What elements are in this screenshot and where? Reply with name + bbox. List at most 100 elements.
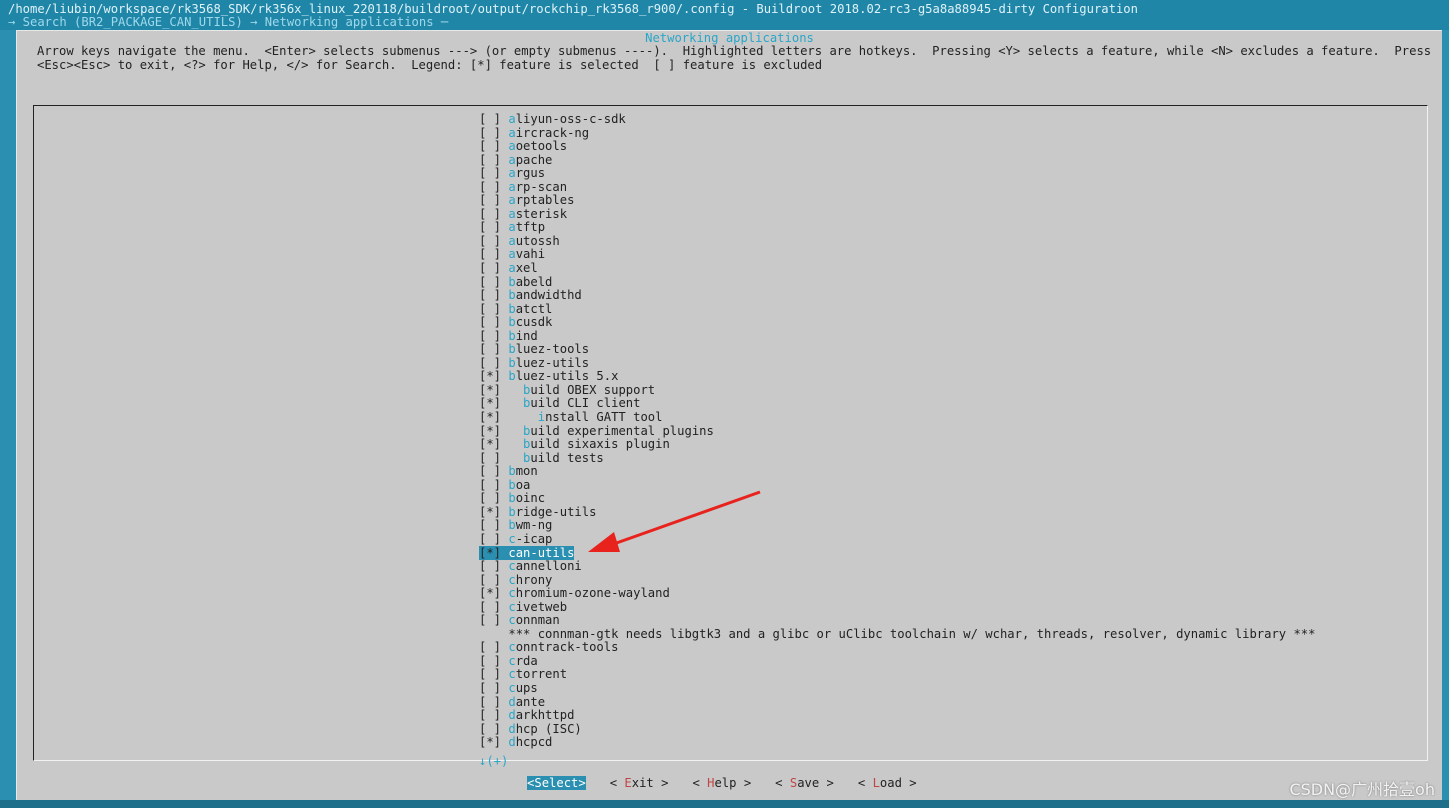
checkbox[interactable]: [ ]	[479, 708, 501, 722]
checkbox[interactable]: [*]	[479, 546, 501, 560]
checkbox[interactable]: [ ]	[479, 356, 501, 370]
checkbox[interactable]: [ ]	[479, 478, 501, 492]
menu-item-text: [ ] chrony	[479, 573, 552, 587]
checkbox[interactable]: [*]	[479, 396, 501, 411]
menu-item[interactable]: [ ] babeld	[479, 275, 1315, 290]
menu-item[interactable]: [ ] aoetools	[479, 139, 1315, 154]
checkbox[interactable]: [ ]	[479, 464, 501, 478]
menu-item[interactable]: [ ] argus	[479, 166, 1315, 181]
checkbox[interactable]: [*]	[479, 424, 501, 438]
menu-item[interactable]: [ ] arp-scan	[479, 180, 1315, 195]
menu-item[interactable]: [ ] batctl	[479, 302, 1315, 317]
button-2[interactable]: < Help >	[692, 776, 751, 790]
menu-item[interactable]: [ ] ctorrent	[479, 668, 1315, 682]
checkbox[interactable]: [ ]	[479, 220, 501, 235]
menu-item[interactable]: [ ] bmon	[479, 464, 1315, 479]
menu-item[interactable]: [ ] civetweb	[479, 600, 1315, 615]
checkbox[interactable]: [ ]	[479, 559, 501, 573]
button-1[interactable]: < Exit >	[610, 776, 669, 790]
checkbox[interactable]: [*]	[479, 383, 501, 397]
checkbox[interactable]: [ ]	[479, 329, 501, 343]
menu-item[interactable]: [ ] apache	[479, 153, 1315, 168]
checkbox[interactable]: [ ]	[479, 275, 501, 289]
menu-item[interactable]: [ ] bandwidthd	[479, 288, 1315, 303]
menu-item[interactable]: [*] build experimental plugins	[479, 424, 1315, 439]
checkbox[interactable]: [*]	[479, 586, 501, 600]
menu-item[interactable]: [ ] connman	[479, 613, 1315, 628]
checkbox[interactable]: [ ]	[479, 207, 501, 221]
checkbox[interactable]: [*]	[479, 369, 501, 384]
menu-item[interactable]: [*] bluez-utils 5.x	[479, 370, 1315, 384]
checkbox[interactable]: [ ]	[479, 681, 501, 695]
menu-item[interactable]: [*] build sixaxis plugin	[479, 437, 1315, 452]
hotkey-letter: c	[508, 680, 516, 695]
checkbox[interactable]: [ ]	[479, 112, 501, 126]
checkbox[interactable]: [ ]	[479, 342, 501, 357]
button-3[interactable]: < Save >	[775, 776, 834, 790]
menu-item[interactable]: [ ] darkhttpd	[479, 708, 1315, 723]
checkbox[interactable]: [ ]	[479, 302, 501, 316]
menu-item[interactable]: [ ] crda	[479, 654, 1315, 669]
checkbox[interactable]: [ ]	[479, 491, 501, 506]
menu-item[interactable]: [ ] atftp	[479, 221, 1315, 235]
checkbox[interactable]: [ ]	[479, 180, 501, 194]
menu-item[interactable]: [ ] dhcp (ISC)	[479, 722, 1315, 737]
button-4[interactable]: < Load >	[858, 776, 917, 790]
checkbox[interactable]: [ ]	[479, 722, 501, 736]
menu-item[interactable]: [ ] cannelloni	[479, 559, 1315, 574]
menu-item[interactable]: *** connman-gtk needs libgtk3 and a glib…	[479, 627, 1315, 642]
menu-item[interactable]: [ ] arptables	[479, 194, 1315, 208]
menu-item[interactable]: [ ] conntrack-tools	[479, 641, 1315, 655]
checkbox[interactable]	[479, 627, 501, 641]
checkbox[interactable]: [ ]	[479, 695, 501, 709]
checkbox[interactable]: [ ]	[479, 261, 501, 275]
menu-item[interactable]: [ ] asterisk	[479, 207, 1315, 222]
checkbox[interactable]: [ ]	[479, 153, 501, 167]
checkbox[interactable]: [ ]	[479, 573, 501, 587]
checkbox[interactable]: [ ]	[479, 451, 501, 465]
menu-item[interactable]: [ ] autossh	[479, 234, 1315, 249]
menu-item[interactable]: [ ] aliyun-oss-c-sdk	[479, 112, 1315, 127]
menu-item[interactable]: [ ] bcusdk	[479, 315, 1315, 330]
checkbox[interactable]: [*]	[479, 505, 501, 519]
checkbox[interactable]: [ ]	[479, 640, 501, 655]
menu-item[interactable]: [ ] dante	[479, 695, 1315, 710]
menu-item[interactable]: [ ] bluez-tools	[479, 343, 1315, 357]
menu-item[interactable]: [ ] axel	[479, 261, 1315, 276]
checkbox[interactable]: [ ]	[479, 247, 501, 262]
menu-item-text: [ ] apache	[479, 153, 552, 167]
menu-item[interactable]: [*] build CLI client	[479, 397, 1315, 411]
menu-item[interactable]: [ ] cups	[479, 680, 1315, 696]
checkbox[interactable]: [ ]	[479, 315, 501, 329]
menu-item[interactable]: [ ] aircrack-ng	[479, 126, 1315, 141]
menu-item[interactable]: [*] dhcpcd	[479, 735, 1315, 750]
checkbox[interactable]: [*]	[479, 410, 501, 424]
checkbox[interactable]: [ ]	[479, 139, 501, 153]
menu-item[interactable]: [ ] bind	[479, 329, 1315, 344]
checkbox[interactable]: [ ]	[479, 166, 501, 180]
button-hotkey: S	[534, 776, 542, 790]
checkbox[interactable]: [ ]	[479, 518, 501, 533]
menu-item[interactable]: [ ] bluez-utils	[479, 356, 1315, 371]
checkbox[interactable]: [ ]	[479, 234, 501, 248]
checkbox[interactable]: [ ]	[479, 288, 501, 302]
button-0[interactable]: <Select>	[527, 776, 586, 790]
menu-item-text: [ ] bcusdk	[479, 315, 552, 329]
menu-item[interactable]: [*] chromium-ozone-wayland	[479, 586, 1315, 601]
menu-item-label: hcpcd	[515, 735, 553, 750]
checkbox[interactable]: [ ]	[479, 600, 501, 614]
checkbox[interactable]: [ ]	[479, 667, 501, 682]
checkbox[interactable]: [ ]	[479, 613, 501, 627]
menu-item[interactable]: [*] install GATT tool	[479, 410, 1315, 425]
menu-item[interactable]: [*] build OBEX support	[479, 383, 1315, 398]
menu-item[interactable]: [ ] avahi	[479, 248, 1315, 262]
checkbox[interactable]: [ ]	[479, 654, 501, 668]
menu-item-text: [ ] ctorrent	[479, 667, 567, 682]
checkbox[interactable]: [*]	[479, 735, 501, 749]
checkbox[interactable]: [ ]	[479, 193, 501, 208]
menu-item[interactable]: [ ] build tests	[479, 451, 1315, 466]
checkbox[interactable]: [*]	[479, 437, 501, 451]
checkbox[interactable]: [ ]	[479, 126, 501, 140]
checkbox[interactable]: [ ]	[479, 532, 501, 546]
menu-item[interactable]: [ ] chrony	[479, 573, 1315, 588]
